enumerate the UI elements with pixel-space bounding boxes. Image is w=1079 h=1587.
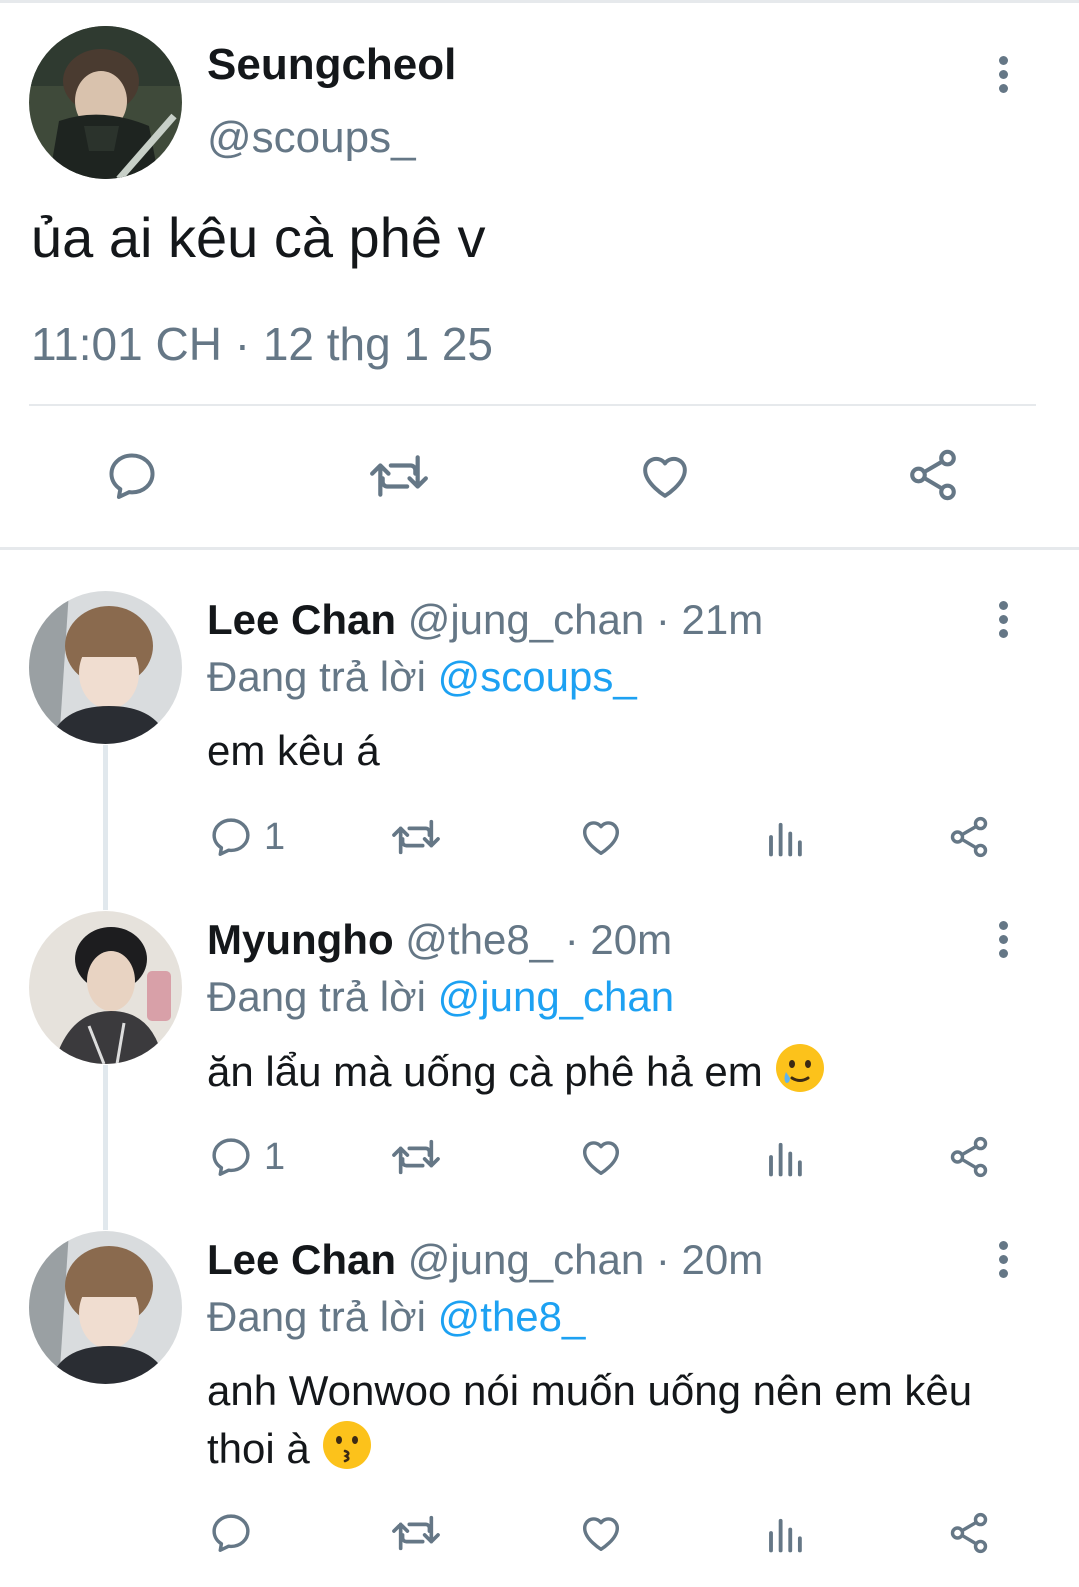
retweet-icon: [370, 455, 428, 497]
analytics-button[interactable]: [764, 816, 806, 858]
replying-to: Đang trả lời @scoups_: [207, 653, 637, 701]
like-button[interactable]: [578, 1134, 624, 1180]
avatar[interactable]: [29, 26, 182, 179]
tweet-date: 12 thg 1 25: [262, 318, 494, 370]
comment-icon: [212, 818, 250, 856]
reply-text-content: em kêu á: [207, 727, 380, 774]
more-vertical-icon[interactable]: [996, 1241, 1010, 1283]
author-name[interactable]: Lee Chan: [207, 596, 396, 643]
smiling-face-with-tear-icon: [774, 1042, 826, 1108]
author-name[interactable]: Myungho: [207, 916, 394, 963]
top-divider: [0, 0, 1079, 3]
retweet-button[interactable]: [389, 814, 443, 860]
tweet-text: ủa ai kêu cà phê v: [31, 206, 486, 269]
comment-icon: [212, 1138, 250, 1176]
thread-line: [103, 1065, 108, 1230]
avatar[interactable]: [29, 911, 182, 1064]
reply-button[interactable]: [104, 448, 160, 504]
avatar[interactable]: [29, 591, 182, 744]
timestamp-separator: ·: [234, 318, 251, 370]
reply-text: anh Wonwoo nói muốn uống nên em kêu thoi…: [207, 1362, 997, 1485]
more-vertical-icon[interactable]: [996, 56, 1010, 98]
reply-header: Lee Chan @jung_chan · 21m: [207, 596, 763, 644]
author-handle[interactable]: @jung_chan: [408, 1236, 644, 1283]
reply-text: ăn lẩu mà uống cà phê hả em: [207, 1042, 1007, 1108]
reply-button[interactable]: 1: [208, 1134, 285, 1180]
replying-label: Đang trả lời: [207, 653, 426, 700]
divider: [29, 404, 1036, 406]
like-button[interactable]: [636, 448, 694, 504]
reply-age: · 20m: [655, 1236, 764, 1283]
retweet-button[interactable]: [389, 1510, 443, 1556]
analytics-button[interactable]: [764, 1136, 806, 1178]
retweet-icon: [392, 1139, 440, 1175]
reply-age: · 20m: [564, 916, 673, 963]
reply-text: em kêu á: [207, 722, 1007, 779]
share-icon: [910, 449, 956, 501]
author-name[interactable]: Lee Chan: [207, 1236, 396, 1283]
heart-icon: [582, 1517, 620, 1552]
retweet-icon: [392, 1515, 440, 1551]
replying-label: Đang trả lời: [207, 973, 426, 1020]
share-button[interactable]: [904, 446, 962, 504]
thread-line: [103, 745, 108, 910]
comment-icon: [212, 1514, 250, 1552]
share-icon: [950, 816, 988, 858]
retweet-button[interactable]: [366, 448, 432, 504]
reply-count: 1: [264, 1135, 286, 1178]
more-vertical-icon[interactable]: [996, 921, 1010, 963]
replying-label: Đang trả lời: [207, 1293, 426, 1340]
reply-count: 1: [264, 815, 286, 858]
kissing-face-icon: [321, 1419, 373, 1485]
heart-icon: [582, 1141, 620, 1176]
comment-icon: [109, 453, 155, 499]
author-name[interactable]: Seungcheol: [207, 40, 456, 90]
like-button[interactable]: [578, 814, 624, 860]
like-button[interactable]: [578, 1510, 624, 1556]
retweet-button[interactable]: [389, 1134, 443, 1180]
tweet-timestamp: 11:01 CH · 12 thg 1 25: [31, 317, 493, 371]
mention-link[interactable]: @jung_chan: [438, 973, 674, 1020]
author-handle[interactable]: @the8_: [405, 916, 553, 963]
analytics-button[interactable]: [764, 1512, 806, 1554]
replying-to: Đang trả lời @jung_chan: [207, 973, 674, 1021]
reply-age: · 21m: [655, 596, 764, 643]
avatar[interactable]: [29, 1231, 182, 1384]
heart-icon: [582, 821, 620, 856]
reply-header: Myungho @the8_ · 20m: [207, 916, 672, 964]
reply-button[interactable]: 1: [208, 814, 285, 860]
share-button[interactable]: [946, 814, 992, 860]
share-icon: [950, 1512, 988, 1554]
analytics-icon: [769, 1518, 802, 1553]
author-handle[interactable]: @scoups_: [207, 113, 416, 163]
analytics-icon: [769, 822, 802, 857]
reply-header: Lee Chan @jung_chan · 20m: [207, 1236, 763, 1284]
author-handle[interactable]: @jung_chan: [408, 596, 644, 643]
mention-link[interactable]: @scoups_: [438, 653, 637, 700]
more-vertical-icon[interactable]: [996, 601, 1010, 643]
tweet-time: 11:01 CH: [31, 318, 222, 370]
reply-button[interactable]: [208, 1510, 254, 1556]
replying-to: Đang trả lời @the8_: [207, 1293, 585, 1341]
retweet-icon: [392, 819, 440, 855]
mention-link[interactable]: @the8_: [438, 1293, 586, 1340]
share-icon: [950, 1136, 988, 1178]
analytics-icon: [769, 1142, 802, 1177]
share-button[interactable]: [946, 1510, 992, 1556]
heart-icon: [643, 456, 687, 498]
reply-text-content: ăn lẩu mà uống cà phê hả em: [207, 1048, 763, 1096]
share-button[interactable]: [946, 1134, 992, 1180]
section-divider: [0, 547, 1079, 550]
